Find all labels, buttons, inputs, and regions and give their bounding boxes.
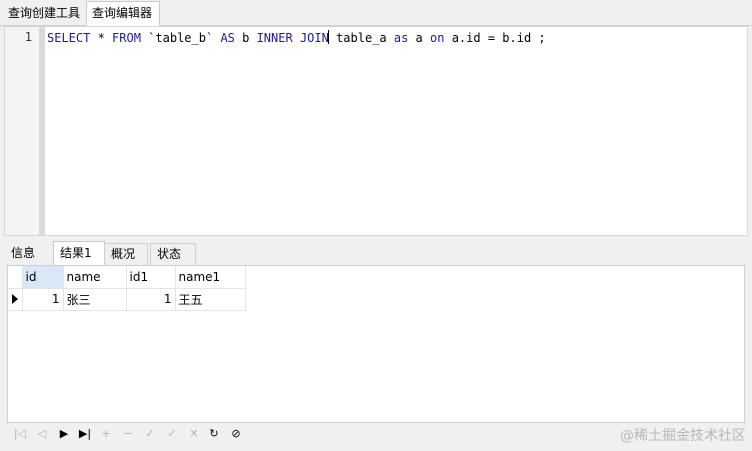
sql-keyword: FROM (112, 31, 141, 45)
tab-profile[interactable]: 概况 (104, 243, 148, 265)
gutter-margin (39, 27, 45, 235)
column-header-name[interactable]: name (63, 266, 127, 289)
result-grid: id name id1 name1 1 张三 1 王五 (8, 266, 246, 311)
top-tab-bar: 查询创建工具 查询编辑器 (0, 0, 752, 26)
sql-text: `table_b` (140, 31, 221, 45)
tab-status[interactable]: 状态 (150, 243, 196, 265)
first-record-icon[interactable]: |◁ (11, 425, 29, 441)
sql-editor[interactable]: 1 SELECT * FROM `table_b` AS b INNER JOI… (4, 26, 748, 236)
stop-icon[interactable]: ⊘ (227, 425, 245, 441)
sql-text: b (234, 31, 257, 45)
tab-result-1[interactable]: 结果1 (53, 241, 105, 266)
line-number-gutter: 1 (5, 27, 45, 235)
sql-keyword: JOIN (299, 31, 329, 45)
add-record-icon[interactable]: + (97, 425, 115, 441)
apply-record-icon[interactable]: ✓ (163, 425, 181, 441)
tab-info[interactable]: 信息 (5, 243, 49, 265)
refresh-icon[interactable]: ↻ (205, 425, 223, 441)
sql-keyword: as (393, 31, 409, 45)
cell-id[interactable]: 1 (22, 288, 64, 311)
tab-query-editor[interactable]: 查询编辑器 (86, 1, 160, 26)
row-pointer-icon (12, 294, 18, 304)
result-tab-bar: 信息 结果1 概况 状态 (0, 241, 752, 266)
cell-id1[interactable]: 1 (126, 288, 176, 311)
cell-name1[interactable]: 王五 (175, 288, 246, 311)
watermark: @稀土掘金技术社区 (620, 428, 746, 444)
code-line[interactable]: SELECT * FROM `table_b` AS b INNER JOIN … (47, 30, 546, 45)
sql-text: a.id = b.id ; (444, 31, 546, 45)
sql-text: a (408, 31, 431, 45)
grid-header-row: id name id1 name1 (8, 266, 246, 289)
sql-keyword: SELECT (47, 31, 91, 45)
next-record-icon[interactable]: ▶ (55, 425, 73, 441)
query-window: 查询创建工具 查询编辑器 1 SELECT * FROM `table_b` A… (0, 0, 752, 451)
edit-record-icon[interactable]: ✓ (141, 425, 159, 441)
column-header-name1[interactable]: name1 (175, 266, 246, 289)
sql-keyword: on (430, 31, 445, 45)
current-row-indicator[interactable] (8, 288, 23, 311)
tab-query-builder[interactable]: 查询创建工具 (3, 3, 85, 25)
delete-record-icon[interactable]: − (119, 425, 137, 441)
cancel-record-icon[interactable]: ✕ (185, 425, 203, 441)
sql-text: * (90, 31, 113, 45)
last-record-icon[interactable]: ▶| (76, 425, 94, 441)
column-header-id[interactable]: id (22, 266, 64, 289)
column-header-id1[interactable]: id1 (126, 266, 176, 289)
previous-record-icon[interactable]: ◁ (33, 425, 51, 441)
sql-keyword: AS (220, 31, 235, 45)
cell-name[interactable]: 张三 (63, 288, 127, 311)
row-header-corner (8, 266, 23, 289)
sql-text: table_a (328, 31, 394, 45)
sql-keyword: INNER (256, 31, 293, 45)
result-grid-area[interactable]: id name id1 name1 1 张三 1 王五 (7, 265, 745, 423)
table-row[interactable]: 1 张三 1 王五 (8, 288, 246, 311)
line-number: 1 (24, 30, 32, 44)
